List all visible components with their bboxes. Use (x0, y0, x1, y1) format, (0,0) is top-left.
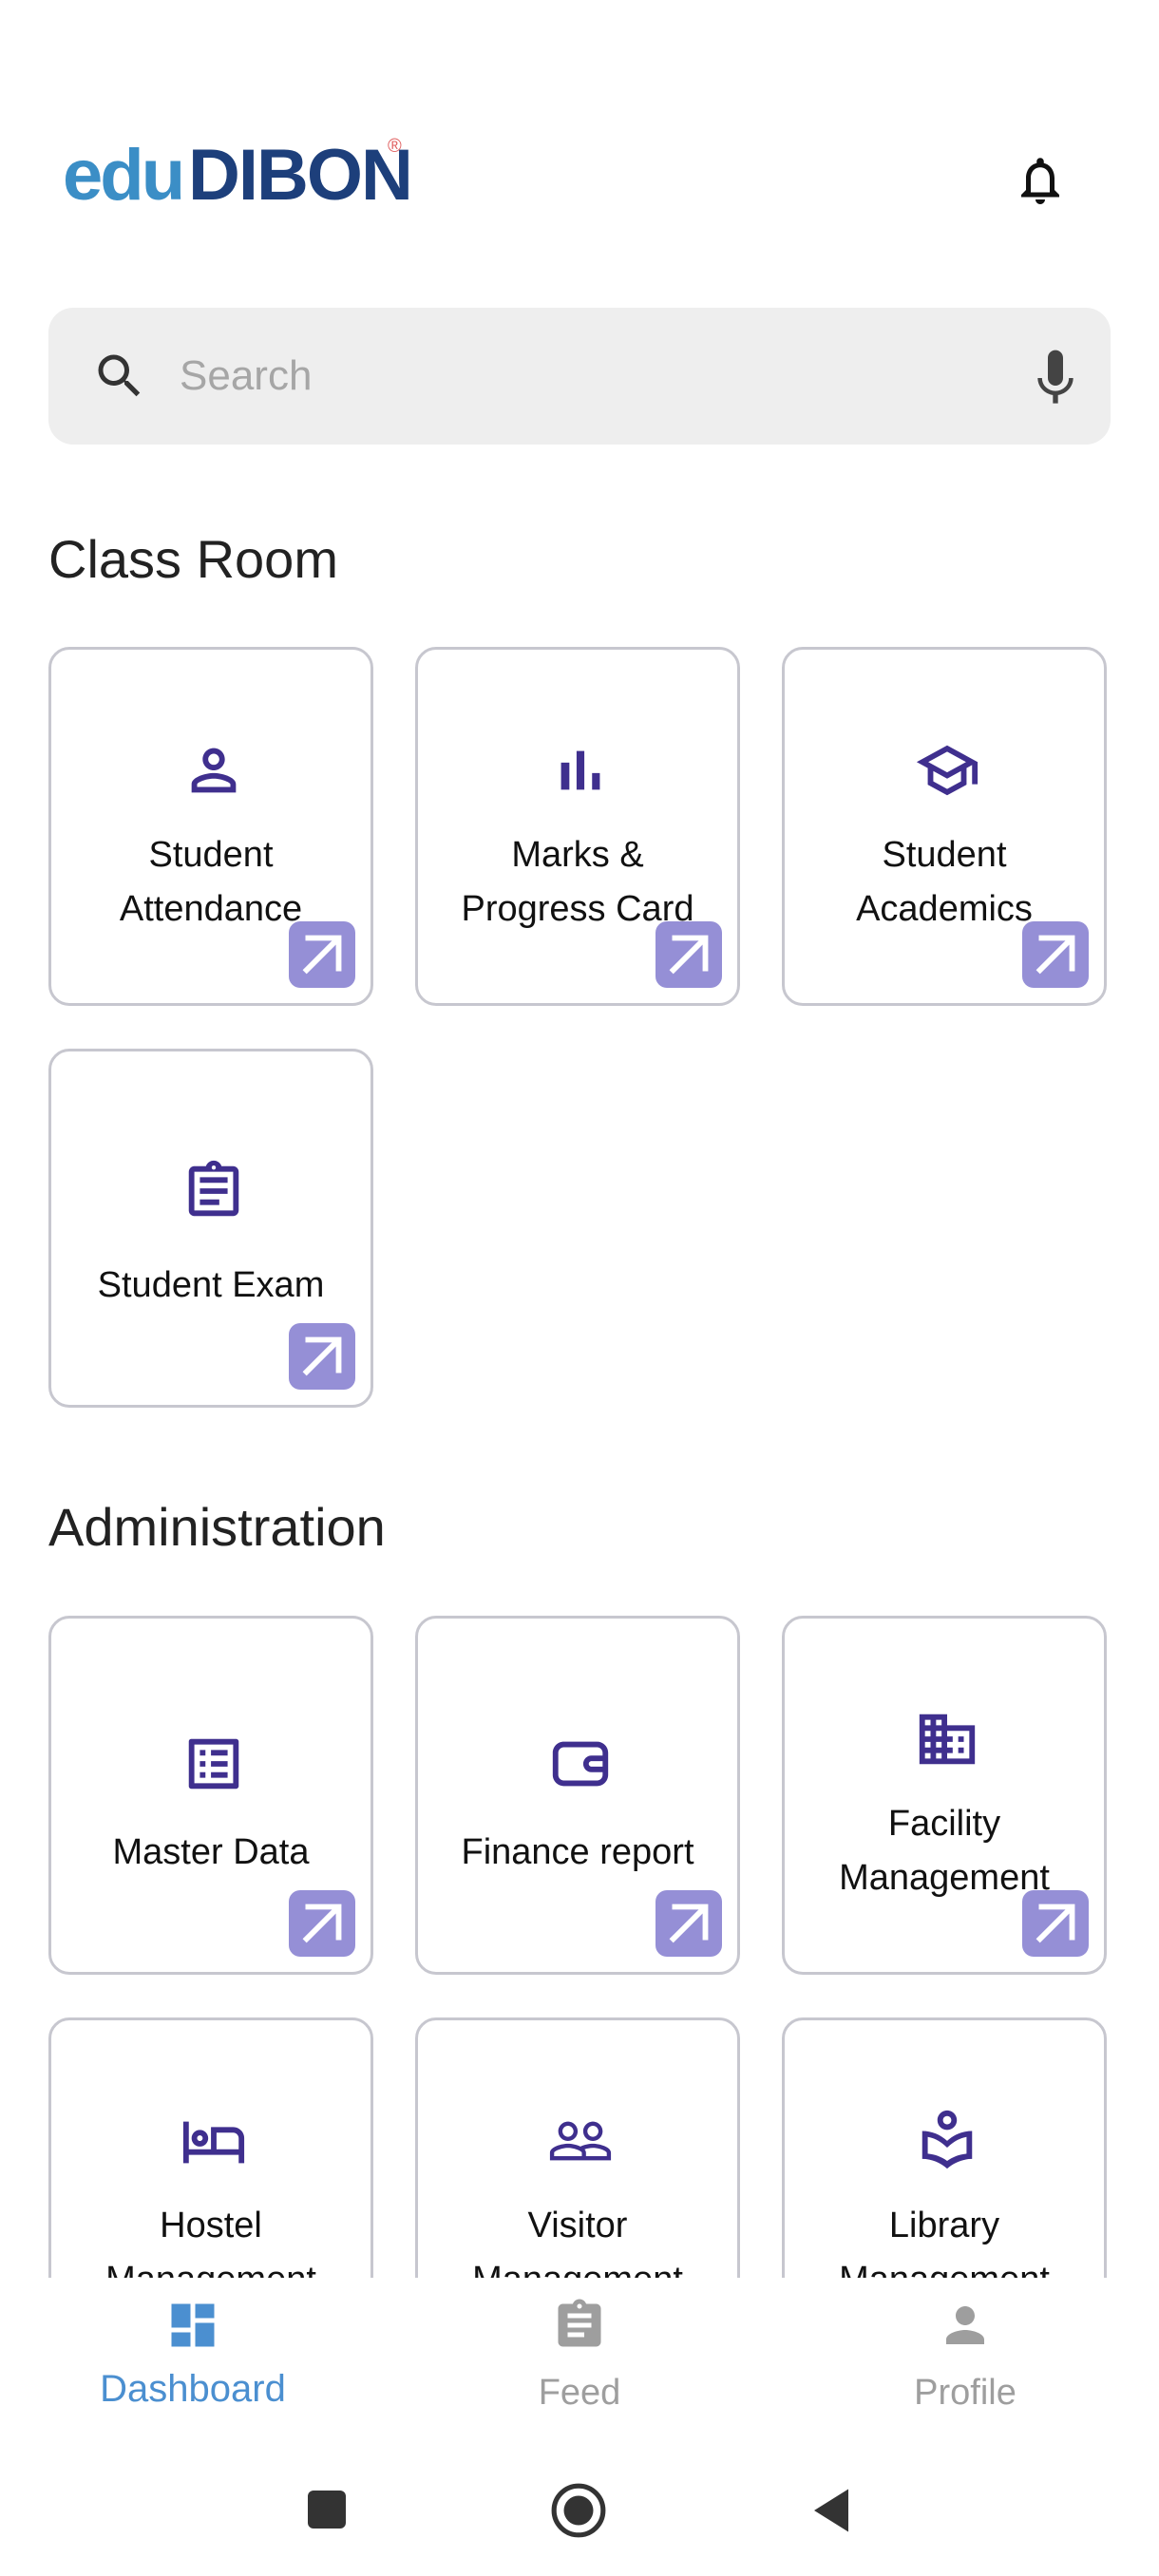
clipboard-icon (188, 1160, 239, 1217)
card-label: Finance report (461, 1832, 694, 1872)
recents-button[interactable] (304, 2487, 350, 2532)
feed-icon (558, 2299, 601, 2347)
scroll-content[interactable]: Class Room Student Attendance Marks & Pr… (0, 0, 1159, 2278)
open-arrow-icon[interactable] (656, 1890, 722, 1957)
card-label: Marks & Progress Card (461, 835, 694, 929)
card-label: Student Exam (97, 1265, 325, 1305)
bottom-navigation: Dashboard Feed Profile (0, 2278, 1159, 2449)
card-visitor-management[interactable]: Visitor Management (415, 2017, 740, 2278)
card-label: Visitor Management (472, 2206, 683, 2278)
card-label: Master Data (112, 1832, 310, 1872)
people-icon (549, 2121, 612, 2161)
building-icon (919, 1714, 976, 1765)
card-student-exam[interactable]: Student Exam (48, 1049, 373, 1408)
dashboard-icon (171, 2303, 215, 2347)
open-arrow-icon[interactable] (289, 1323, 355, 1390)
card-master-data[interactable]: Master Data (48, 1616, 373, 1975)
nav-dashboard[interactable]: Dashboard (50, 2297, 335, 2439)
card-library-management[interactable]: Library Management (782, 2017, 1107, 2278)
open-arrow-icon[interactable] (289, 1890, 355, 1957)
open-arrow-icon[interactable] (1022, 1890, 1089, 1957)
section-title-class-room: Class Room (48, 529, 338, 589)
card-label: Facility Management (839, 1804, 1050, 1898)
card-label: Hostel Management (105, 2206, 316, 2278)
nav-label-dashboard: Dashboard (100, 2368, 286, 2410)
section-title-administration: Administration (48, 1497, 386, 1557)
list-icon (188, 1738, 239, 1790)
card-label: Student Academics (856, 835, 1033, 929)
nav-label-feed: Feed (538, 2373, 621, 2413)
card-student-attendance[interactable]: Student Attendance (48, 647, 373, 1006)
card-label: Student Attendance (119, 835, 303, 929)
nav-profile[interactable]: Profile (823, 2297, 1108, 2439)
book-reader-icon (922, 2110, 973, 2169)
wallet-icon (552, 1741, 609, 1787)
card-hostel-management[interactable]: Hostel Management (48, 2017, 373, 2278)
card-finance-report[interactable]: Finance report (415, 1616, 740, 1975)
profile-icon (946, 2306, 984, 2344)
back-button[interactable] (809, 2485, 853, 2536)
nav-label-profile: Profile (914, 2373, 1016, 2413)
open-arrow-icon[interactable] (289, 921, 355, 988)
home-button[interactable] (549, 2481, 608, 2540)
bar-chart-icon (560, 750, 600, 790)
card-label: Library Management (839, 2206, 1050, 2278)
card-marks-progress[interactable]: Marks & Progress Card (415, 647, 740, 1006)
card-student-academics[interactable]: Student Academics (782, 647, 1107, 1006)
nav-feed[interactable]: Feed (437, 2297, 722, 2439)
open-arrow-icon[interactable] (656, 921, 722, 988)
person-icon (191, 748, 237, 793)
card-facility-management[interactable]: Facility Management (782, 1616, 1107, 1975)
open-arrow-icon[interactable] (1022, 921, 1089, 988)
system-navigation-bar (0, 2449, 1159, 2576)
graduation-cap-icon (916, 745, 978, 796)
bed-icon (182, 2121, 245, 2164)
